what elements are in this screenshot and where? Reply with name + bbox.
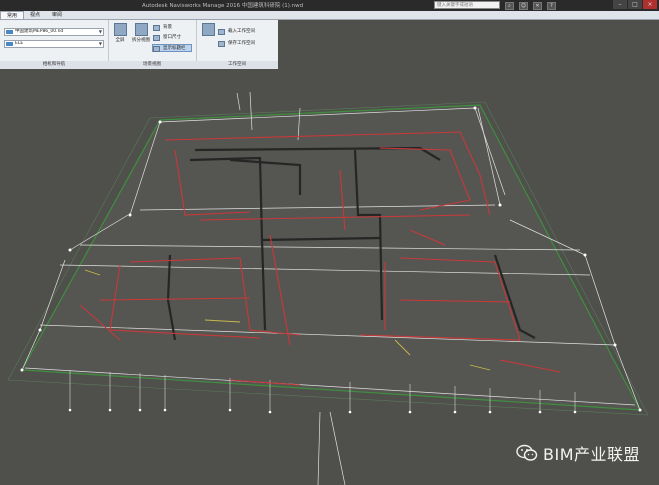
tab-home[interactable]: 常用 [0,11,25,19]
ribbon-tabs: 常用 视点 审阅 [0,11,659,20]
fullscreen-icon [113,23,127,36]
background-button[interactable]: 背景 [153,24,172,32]
show-titlebar-icon [153,46,160,52]
fullscreen-label: 全屏 [115,38,125,43]
model-combo[interactable]: 中国建筑MEP86_00.nd ▼ [4,28,104,36]
save-workspace-icon [218,41,225,47]
chevron-down-icon: ▼ [98,29,102,34]
maximize-button[interactable]: □ [628,0,642,9]
level-icon [6,42,13,46]
wechat-icon [516,444,538,461]
panel-label-workspace: 工作空间 [196,61,278,69]
scene-view-panel: 全屏 拆分视图 背景 窗口尺寸 显示标题栏 场景视图 [108,20,197,69]
help-icon[interactable]: ? [547,1,556,10]
show-titlebar-label: 显示标题栏 [163,46,186,51]
panel-label-scene: 场景视图 [108,61,196,69]
load-workspace-label: 载入工作空间 [228,29,255,34]
chevron-down-icon: ▼ [98,41,102,46]
split-view-icon [134,23,148,36]
window-size-button[interactable]: 窗口尺寸 [153,34,181,42]
level-combo-value: ELE [15,41,24,46]
window-size-label: 窗口尺寸 [163,35,181,40]
window-title: Autodesk Navisworks Manage 2016 中国建筑科研院 … [142,3,304,9]
workspace-windows-button[interactable] [199,23,217,57]
floor-slab [21,104,642,411]
save-workspace-button[interactable]: 保存工作空间 [218,40,255,48]
tab-review[interactable]: 审阅 [46,11,68,19]
model-combo-value: 中国建筑MEP86_00.nd [15,29,64,34]
workspace-panel: 载入工作空间 保存工作空间 工作空间 [196,20,278,69]
camera-navigation-panel: 中国建筑MEP86_00.nd ▼ ELE ▼ 相机和导航 [0,20,109,69]
search-input[interactable]: 键入关键字或短语 [434,1,500,9]
load-workspace-button[interactable]: 载入工作空间 [218,28,255,36]
3d-viewport[interactable] [0,70,659,485]
title-bar: Autodesk Navisworks Manage 2016 中国建筑科研院 … [0,0,659,11]
split-view-button[interactable]: 拆分视图 [132,23,150,57]
show-titlebar-button[interactable]: 显示标题栏 [152,44,192,52]
save-workspace-label: 保存工作空间 [228,41,255,46]
model-icon [6,30,13,34]
windows-icon [201,23,215,36]
title-toolbar: ⌕ ☺ ✕ ? [505,0,556,11]
tab-viewpoint[interactable]: 视点 [24,11,46,19]
background-label: 背景 [163,25,172,30]
exchange-icon[interactable]: ✕ [533,1,542,10]
binoculars-icon[interactable]: ⌕ [505,1,514,10]
background-icon [153,25,160,31]
fullscreen-button[interactable]: 全屏 [111,23,129,57]
window-size-icon [153,35,160,41]
signin-icon[interactable]: ☺ [519,1,528,10]
split-view-label: 拆分视图 [132,38,150,43]
ribbon-empty-area [278,20,659,69]
ribbon: 中国建筑MEP86_00.nd ▼ ELE ▼ 相机和导航 全屏 拆分视图 背景… [0,20,279,69]
panel-label-camera: 相机和导航 [0,61,108,69]
watermark: BIM产业联盟 [516,442,640,464]
close-button[interactable]: × [643,0,657,9]
level-combo[interactable]: ELE ▼ [4,40,104,48]
window-controls: – □ × [613,0,657,9]
load-workspace-icon [218,29,225,35]
watermark-text: BIM产业联盟 [543,445,641,464]
minimize-button[interactable]: – [613,0,627,9]
